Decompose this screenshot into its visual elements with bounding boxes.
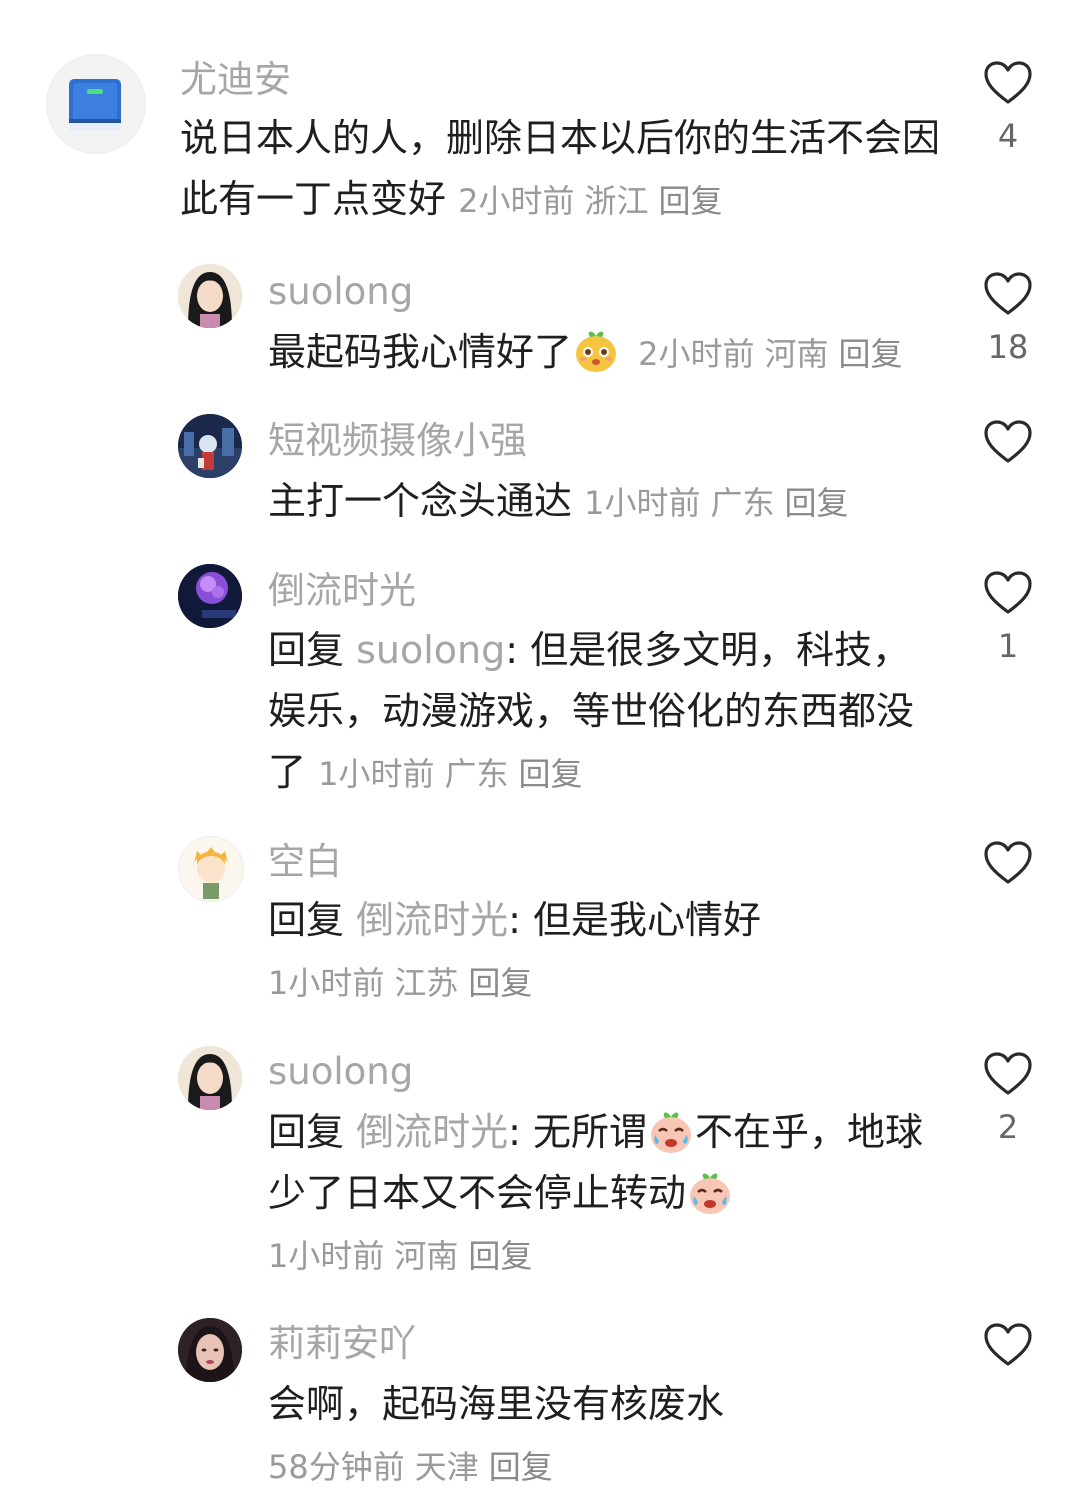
comment-text-container: 说日本人的人，删除日本以后你的生活不会因此有一丁点变好 2小时前 浙江 回复 xyxy=(180,108,940,232)
location: 江苏 xyxy=(394,964,459,1002)
timestamp: 1小时前 xyxy=(584,484,701,522)
comment-meta: 1小时前 河南 回复 xyxy=(268,1226,928,1287)
timestamp: 1小时前 xyxy=(268,964,385,1002)
reply-button[interactable]: 回复 xyxy=(785,484,849,522)
location: 河南 xyxy=(764,335,829,373)
like-count: 2 xyxy=(997,1108,1019,1146)
like-button[interactable] xyxy=(983,419,1033,477)
heart-icon xyxy=(984,571,1032,614)
like-button[interactable]: 2 xyxy=(983,1051,1033,1145)
username[interactable]: 尤迪安 xyxy=(180,58,291,102)
comment-text-container: 回复 suolong: 但是很多文明，科技，娱乐，动漫游戏，等世俗化的东西都没了… xyxy=(268,620,918,805)
comment-text-container: 回复 倒流时光: 无所谓 不在乎，地球少了日本又不会停止转动 1小时前 河南 回复 xyxy=(268,1102,928,1287)
anime-girl-avatar-icon xyxy=(178,1046,242,1110)
portrait-avatar-icon xyxy=(178,1318,242,1382)
comment-meta: 58分钟前 天津 回复 xyxy=(268,1437,948,1498)
anime-catboy-avatar-icon xyxy=(179,837,243,901)
timestamp: 2小时前 xyxy=(458,182,575,220)
comment-text-container: 主打一个念头通达 1小时前 广东 回复 xyxy=(268,471,948,534)
timestamp: 1小时前 xyxy=(268,1237,385,1275)
location: 天津 xyxy=(414,1448,479,1486)
location: 河南 xyxy=(394,1237,459,1275)
reply-prefix: 回复 xyxy=(268,898,345,942)
like-count: 18 xyxy=(987,328,1029,366)
happy-face-icon xyxy=(576,331,617,372)
timestamp: 1小时前 xyxy=(318,755,435,793)
like-count: 4 xyxy=(997,117,1019,155)
comment-text: 最起码我心情好了 xyxy=(268,330,573,374)
heart-icon xyxy=(984,1323,1032,1366)
reply-button[interactable]: 回复 xyxy=(468,964,532,1002)
avatar[interactable] xyxy=(178,414,242,478)
heart-icon xyxy=(984,61,1032,104)
avatar[interactable] xyxy=(178,264,242,328)
comment-meta: 2小时前 浙江 回复 xyxy=(458,182,732,220)
comment-meta: 1小时前 广东 回复 xyxy=(318,755,592,793)
comment-text-container: 会啊，起码海里没有核废水 58分钟前 天津 回复 xyxy=(268,1374,948,1498)
avatar[interactable] xyxy=(178,564,242,628)
username[interactable]: 短视频摄像小强 xyxy=(268,419,527,463)
reply-button[interactable]: 回复 xyxy=(659,182,723,220)
heart-icon xyxy=(984,420,1032,463)
reply-prefix: 回复 xyxy=(268,628,345,672)
reply-button[interactable]: 回复 xyxy=(839,335,903,373)
location: 广东 xyxy=(444,755,509,793)
like-count: 1 xyxy=(997,627,1019,665)
heart-icon xyxy=(984,841,1032,884)
timestamp: 58分钟前 xyxy=(268,1448,405,1486)
location: 广东 xyxy=(710,484,775,522)
like-button[interactable] xyxy=(983,840,1033,898)
location: 浙江 xyxy=(584,182,649,220)
anime-girl-avatar-icon xyxy=(178,264,242,328)
crying-face-icon xyxy=(651,1112,692,1153)
book-icon xyxy=(69,79,121,131)
comment-text: 会啊，起码海里没有核废水 xyxy=(268,1382,725,1426)
timestamp: 2小时前 xyxy=(638,335,755,373)
comment-meta: 1小时前 广东 回复 xyxy=(584,484,858,522)
comment-meta: 1小时前 江苏 回复 xyxy=(268,953,948,1014)
username[interactable]: 倒流时光 xyxy=(268,569,416,613)
heart-icon xyxy=(984,272,1032,315)
username[interactable]: 空白 xyxy=(268,840,342,884)
comment-text: 主打一个念头通达 xyxy=(268,479,573,523)
reply-button[interactable]: 回复 xyxy=(519,755,583,793)
comment-text: : 但是我心情好 xyxy=(508,898,762,942)
like-button[interactable]: 4 xyxy=(983,60,1033,154)
reply-button[interactable]: 回复 xyxy=(468,1237,532,1275)
comment-text-container: 最起码我心情好了 2小时前 河南 回复 xyxy=(268,322,948,385)
crying-face-icon xyxy=(690,1173,731,1214)
avatar[interactable] xyxy=(178,1318,242,1382)
heart-icon xyxy=(984,1052,1032,1095)
avatar[interactable] xyxy=(46,54,146,154)
comment-text-part: : 无所谓 xyxy=(508,1110,648,1154)
reply-target-username[interactable]: 倒流时光 xyxy=(356,1110,508,1154)
comment-meta: 2小时前 河南 回复 xyxy=(638,335,912,373)
avatar[interactable] xyxy=(178,836,244,902)
city-night-avatar-icon xyxy=(178,414,242,478)
reply-target-username[interactable]: suolong xyxy=(356,628,505,672)
like-button[interactable]: 18 xyxy=(983,271,1033,365)
comment-text-container: 回复 倒流时光: 但是我心情好 1小时前 江苏 回复 xyxy=(268,890,948,1014)
username[interactable]: suolong xyxy=(268,270,413,314)
avatar[interactable] xyxy=(178,1046,242,1110)
reply-prefix: 回复 xyxy=(268,1110,345,1154)
username[interactable]: 莉莉安吖 xyxy=(268,1322,416,1366)
reply-target-username[interactable]: 倒流时光 xyxy=(356,898,508,942)
like-button[interactable] xyxy=(983,1322,1033,1380)
like-button[interactable]: 1 xyxy=(983,570,1033,664)
reply-button[interactable]: 回复 xyxy=(489,1448,553,1486)
brain-avatar-icon xyxy=(178,564,242,628)
username[interactable]: suolong xyxy=(268,1050,413,1094)
